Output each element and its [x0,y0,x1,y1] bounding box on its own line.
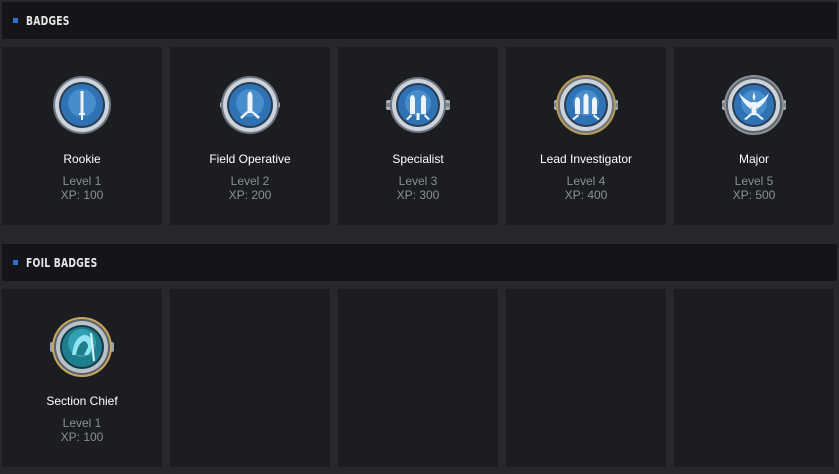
badge-level: Level 2 [230,174,270,188]
badge-card[interactable]: Section Chief Level 1 XP: 100 [2,289,162,467]
empty-badge-slot [506,289,666,467]
badge-name: Specialist [392,152,444,166]
badge-card[interactable]: Specialist Level 3 XP: 300 [338,47,498,225]
badge-xp: XP: 500 [732,188,776,202]
badge-xp: XP: 300 [396,188,440,202]
lead-investigator-badge-icon [554,75,618,135]
section-title: FOIL BADGES [26,255,98,270]
badge-card[interactable]: Lead Investigator Level 4 XP: 400 [506,47,666,225]
badge-name: Section Chief [46,394,118,408]
badge-name: Major [738,152,769,166]
badge-xp: XP: 100 [60,188,104,202]
section-chief-foil-badge-icon [50,317,114,377]
section-title: BADGES [26,13,70,28]
badges-row: Rookie Level 1 XP: 100 Field Operative L… [2,47,837,225]
major-badge-icon [722,75,786,135]
badge-level: Level 4 [566,174,606,188]
badge-level: Level 1 [62,174,102,188]
badges-section-header: BADGES [2,2,837,39]
empty-badge-slot [674,289,834,467]
section-marker-icon [13,260,18,265]
badge-card[interactable]: Major Level 5 XP: 500 [674,47,834,225]
badge-name: Lead Investigator [539,152,633,166]
badge-level: Level 5 [734,174,774,188]
badge-card[interactable]: Field Operative Level 2 XP: 200 [170,47,330,225]
field-operative-badge-icon [220,76,280,134]
foil-badges-row: Section Chief Level 1 XP: 100 [2,289,837,467]
section-marker-icon [13,18,18,23]
rookie-badge-icon [53,76,111,134]
empty-badge-slot [338,289,498,467]
badge-name: Rookie [63,152,101,166]
badge-level: Level 3 [398,174,438,188]
badge-level: Level 1 [62,416,102,430]
specialist-badge-icon [386,77,450,133]
foil-badges-section-header: FOIL BADGES [2,244,837,281]
badge-xp: XP: 100 [60,430,104,444]
empty-badge-slot [170,289,330,467]
badge-xp: XP: 400 [564,188,608,202]
badge-xp: XP: 200 [228,188,272,202]
badge-name: Field Operative [209,152,291,166]
badge-card[interactable]: Rookie Level 1 XP: 100 [2,47,162,225]
